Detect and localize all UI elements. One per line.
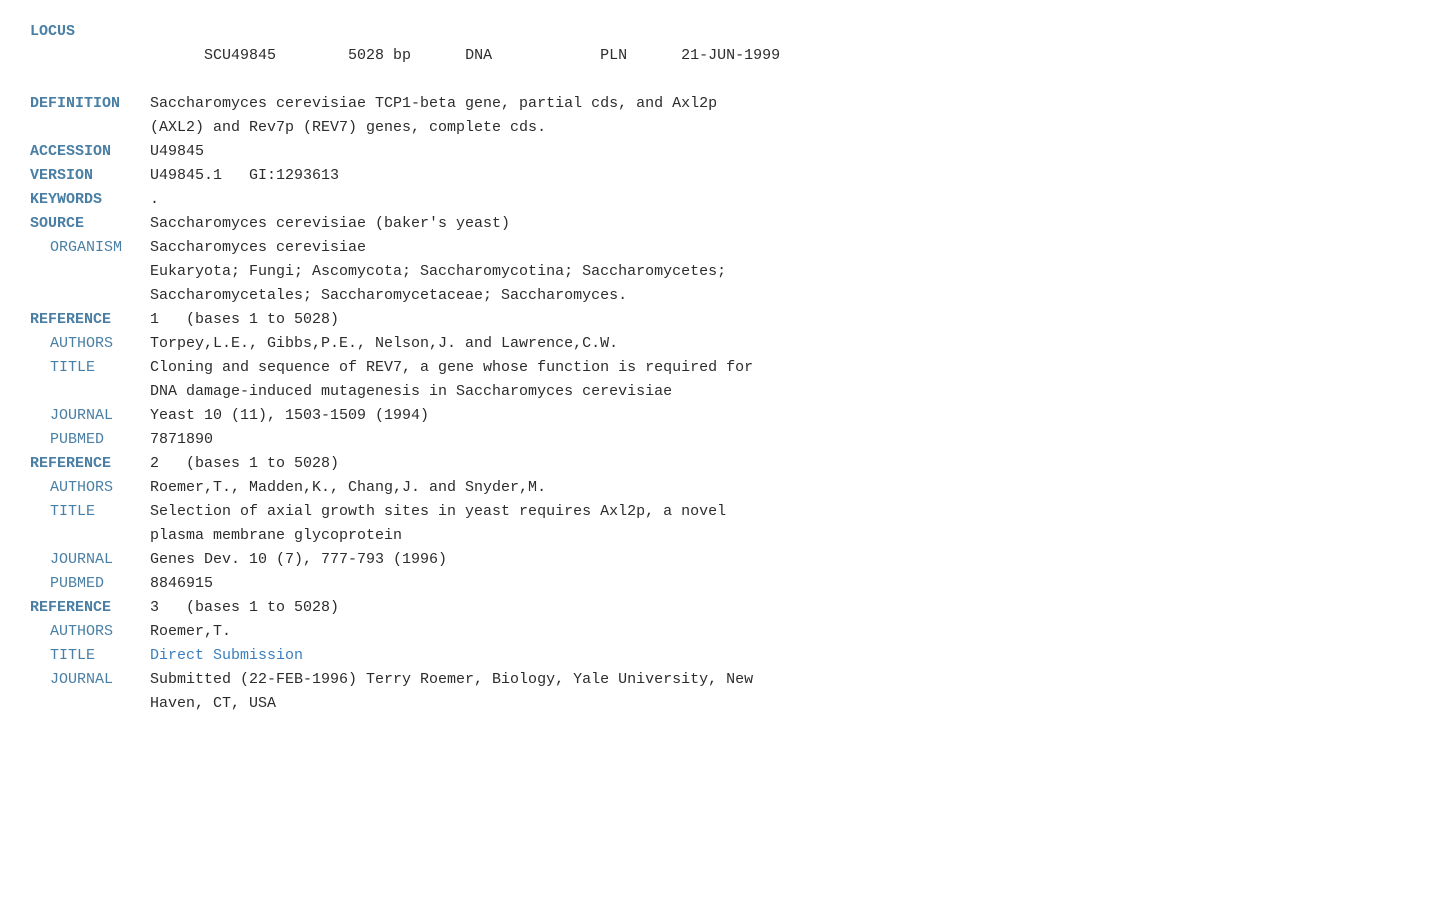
authors2-row: AUTHORS Roemer,T., Madden,K., Chang,J. a… xyxy=(30,476,1410,500)
definition-line2: (AXL2) and Rev7p (REV7) genes, complete … xyxy=(150,116,1410,140)
accession-value: U49845 xyxy=(150,140,1410,164)
title2-value: Selection of axial growth sites in yeast… xyxy=(150,500,1410,548)
reference1-label: REFERENCE xyxy=(30,308,150,332)
journal2-label: JOURNAL xyxy=(30,548,150,572)
journal2-row: JOURNAL Genes Dev. 10 (7), 777-793 (1996… xyxy=(30,548,1410,572)
reference2-row: REFERENCE 2 (bases 1 to 5028) xyxy=(30,452,1410,476)
title2-line1: Selection of axial growth sites in yeast… xyxy=(150,500,1410,524)
journal1-value: Yeast 10 (11), 1503-1509 (1994) xyxy=(150,404,1410,428)
journal3-label: JOURNAL xyxy=(30,668,150,716)
organism-label: ORGANISM xyxy=(30,236,150,308)
organism-line2: Eukaryota; Fungi; Ascomycota; Saccharomy… xyxy=(150,260,1410,284)
authors3-label: AUTHORS xyxy=(30,620,150,644)
title1-label: TITLE xyxy=(30,356,150,404)
title1-row: TITLE Cloning and sequence of REV7, a ge… xyxy=(30,356,1410,404)
reference1-row: REFERENCE 1 (bases 1 to 5028) xyxy=(30,308,1410,332)
title1-line2: DNA damage-induced mutagenesis in Saccha… xyxy=(150,380,1410,404)
pubmed2-label: PUBMED xyxy=(30,572,150,596)
reference2-value: 2 (bases 1 to 5028) xyxy=(150,452,1410,476)
reference1-value: 1 (bases 1 to 5028) xyxy=(150,308,1410,332)
pubmed1-row: PUBMED 7871890 xyxy=(30,428,1410,452)
version-row: VERSION U49845.1 GI:1293613 xyxy=(30,164,1410,188)
pubmed1-label: PUBMED xyxy=(30,428,150,452)
source-value: Saccharomyces cerevisiae (baker's yeast) xyxy=(150,212,1410,236)
organism-value: Saccharomyces cerevisiae Eukaryota; Fung… xyxy=(150,236,1410,308)
title1-value: Cloning and sequence of REV7, a gene who… xyxy=(150,356,1410,404)
reference3-row: REFERENCE 3 (bases 1 to 5028) xyxy=(30,596,1410,620)
journal3-line1: Submitted (22-FEB-1996) Terry Roemer, Bi… xyxy=(150,668,1410,692)
authors2-label: AUTHORS xyxy=(30,476,150,500)
locus-date: 21-JUN-1999 xyxy=(681,47,780,64)
keywords-label: KEYWORDS xyxy=(30,188,150,212)
authors1-row: AUTHORS Torpey,L.E., Gibbs,P.E., Nelson,… xyxy=(30,332,1410,356)
journal1-row: JOURNAL Yeast 10 (11), 1503-1509 (1994) xyxy=(30,404,1410,428)
keywords-value: . xyxy=(150,188,1410,212)
pubmed2-row: PUBMED 8846915 xyxy=(30,572,1410,596)
locus-row: LOCUS SCU49845 5028 bp DNA PLN 21-JUN-19… xyxy=(30,20,1410,92)
title2-line2: plasma membrane glycoprotein xyxy=(150,524,1410,548)
definition-value: Saccharomyces cerevisiae TCP1-beta gene,… xyxy=(150,92,1410,140)
definition-row: DEFINITION Saccharomyces cerevisiae TCP1… xyxy=(30,92,1410,140)
reference3-label: REFERENCE xyxy=(30,596,150,620)
locus-division: PLN xyxy=(600,47,627,64)
genbank-record: LOCUS SCU49845 5028 bp DNA PLN 21-JUN-19… xyxy=(30,20,1410,716)
title3-label: TITLE xyxy=(30,644,150,668)
reference3-value: 3 (bases 1 to 5028) xyxy=(150,596,1410,620)
title2-row: TITLE Selection of axial growth sites in… xyxy=(30,500,1410,548)
accession-label: ACCESSION xyxy=(30,140,150,164)
locus-type: DNA xyxy=(465,47,492,64)
authors1-value: Torpey,L.E., Gibbs,P.E., Nelson,J. and L… xyxy=(150,332,1410,356)
journal3-value: Submitted (22-FEB-1996) Terry Roemer, Bi… xyxy=(150,668,1410,716)
authors1-label: AUTHORS xyxy=(30,332,150,356)
authors2-value: Roemer,T., Madden,K., Chang,J. and Snyde… xyxy=(150,476,1410,500)
locus-label: LOCUS xyxy=(30,20,150,92)
version-label: VERSION xyxy=(30,164,150,188)
journal3-row: JOURNAL Submitted (22-FEB-1996) Terry Ro… xyxy=(30,668,1410,716)
journal1-label: JOURNAL xyxy=(30,404,150,428)
pubmed2-value: 8846915 xyxy=(150,572,1410,596)
reference2-label: REFERENCE xyxy=(30,452,150,476)
organism-line3: Saccharomycetales; Saccharomycetaceae; S… xyxy=(150,284,1410,308)
journal2-value: Genes Dev. 10 (7), 777-793 (1996) xyxy=(150,548,1410,572)
title3-value[interactable]: Direct Submission xyxy=(150,644,1410,668)
source-label: SOURCE xyxy=(30,212,150,236)
organism-line1: Saccharomyces cerevisiae xyxy=(150,236,1410,260)
source-row: SOURCE Saccharomyces cerevisiae (baker's… xyxy=(30,212,1410,236)
title3-row: TITLE Direct Submission xyxy=(30,644,1410,668)
accession-row: ACCESSION U49845 xyxy=(30,140,1410,164)
pubmed1-value: 7871890 xyxy=(150,428,1410,452)
title1-line1: Cloning and sequence of REV7, a gene who… xyxy=(150,356,1410,380)
locus-accession: SCU49845 xyxy=(204,47,276,64)
authors3-row: AUTHORS Roemer,T. xyxy=(30,620,1410,644)
journal3-line2: Haven, CT, USA xyxy=(150,692,1410,716)
definition-label: DEFINITION xyxy=(30,92,150,140)
authors3-value: Roemer,T. xyxy=(150,620,1410,644)
locus-size: 5028 bp xyxy=(348,47,411,64)
definition-line1: Saccharomyces cerevisiae TCP1-beta gene,… xyxy=(150,92,1410,116)
version-value: U49845.1 GI:1293613 xyxy=(150,164,1410,188)
locus-value: SCU49845 5028 bp DNA PLN 21-JUN-1999 xyxy=(150,20,1410,92)
keywords-row: KEYWORDS . xyxy=(30,188,1410,212)
title2-label: TITLE xyxy=(30,500,150,548)
organism-row: ORGANISM Saccharomyces cerevisiae Eukary… xyxy=(30,236,1410,308)
